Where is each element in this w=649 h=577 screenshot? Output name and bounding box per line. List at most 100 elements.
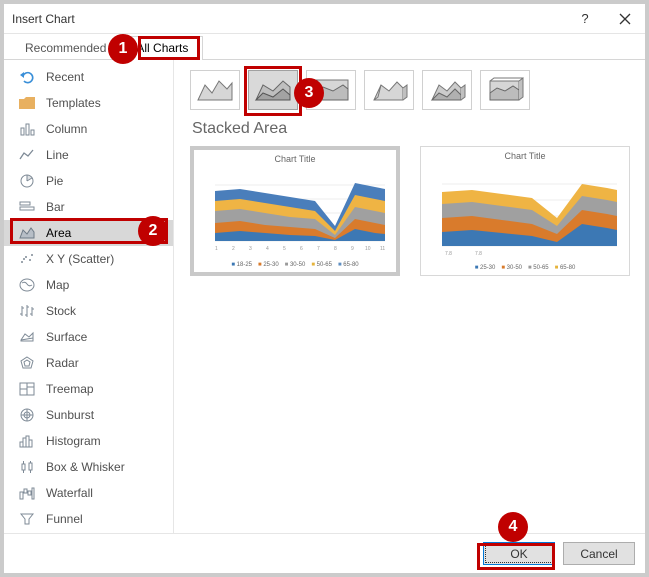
subtype-3d-100pct-stacked-area[interactable] xyxy=(480,70,530,110)
area-chart-icon xyxy=(18,225,36,241)
stacked-area-preview-chart-icon: 7.8 7.8 xyxy=(427,168,623,260)
tab-all-charts[interactable]: All Charts xyxy=(121,36,203,60)
dialog-body: Recent Templates Column Line Pie xyxy=(4,60,645,533)
sidebar-item-templates[interactable]: Templates xyxy=(4,90,173,116)
surface-chart-icon xyxy=(18,329,36,345)
sidebar-item-treemap[interactable]: Treemap xyxy=(4,376,173,402)
sidebar-item-bar[interactable]: Bar xyxy=(4,194,173,220)
waterfall-chart-icon xyxy=(18,485,36,501)
sidebar-item-waterfall[interactable]: Waterfall xyxy=(4,480,173,506)
sidebar-item-label: Waterfall xyxy=(46,486,93,500)
column-chart-icon xyxy=(18,121,36,137)
sidebar-item-label: Stock xyxy=(46,304,76,318)
subtype-3d-stacked-area[interactable] xyxy=(422,70,472,110)
close-icon xyxy=(619,13,631,25)
cancel-button[interactable]: Cancel xyxy=(563,542,635,565)
sidebar-item-label: Radar xyxy=(46,356,79,370)
sidebar-item-label: Sunburst xyxy=(46,408,94,422)
sidebar-item-box-whisker[interactable]: Box & Whisker xyxy=(4,454,173,480)
tab-strip: Recommended All Charts xyxy=(4,34,645,60)
svg-text:1: 1 xyxy=(215,246,218,252)
titlebar: Insert Chart ? xyxy=(4,4,645,34)
subtype-100pct-stacked-area[interactable] xyxy=(306,70,356,110)
sidebar-item-column[interactable]: Column xyxy=(4,116,173,142)
sidebar-item-label: Recent xyxy=(46,70,84,84)
treemap-chart-icon xyxy=(18,381,36,397)
stacked-area-preview-chart-icon: 1 2 3 4 5 6 7 8 9 10 11 xyxy=(200,171,390,257)
svg-text:6: 6 xyxy=(300,246,303,252)
svg-text:9: 9 xyxy=(351,246,354,252)
chart-subtype-pane: Stacked Area Chart Title xyxy=(174,60,645,533)
line-chart-icon xyxy=(18,147,36,163)
sidebar-item-line[interactable]: Line xyxy=(4,142,173,168)
svg-text:7.8: 7.8 xyxy=(475,251,482,257)
preview-legend: 25-30 30-50 50-65 65-80 xyxy=(475,265,576,271)
sidebar-item-map[interactable]: Map xyxy=(4,272,173,298)
sidebar-item-label: Funnel xyxy=(46,512,83,526)
preview-legend: 18-25 25-30 30-50 50-65 65-80 xyxy=(231,262,358,268)
sidebar-item-sunburst[interactable]: Sunburst xyxy=(4,402,173,428)
svg-text:10: 10 xyxy=(365,246,371,252)
chart-preview-b[interactable]: Chart Title 7.8 7.8 xyxy=(420,146,630,276)
sidebar-item-label: Histogram xyxy=(46,434,101,448)
preview-title: Chart Title xyxy=(274,154,315,164)
svg-text:7.8: 7.8 xyxy=(445,251,452,257)
sidebar-item-label: Templates xyxy=(46,96,101,110)
sidebar-item-label: Column xyxy=(46,122,87,136)
box-whisker-chart-icon xyxy=(18,459,36,475)
subtype-area[interactable] xyxy=(190,70,240,110)
svg-text:4: 4 xyxy=(266,246,269,252)
svg-text:8: 8 xyxy=(334,246,337,252)
sidebar-item-label: Pie xyxy=(46,174,63,188)
sidebar-item-xy-scatter[interactable]: X Y (Scatter) xyxy=(4,246,173,272)
chart-subtype-title: Stacked Area xyxy=(192,120,633,138)
sidebar-item-combo[interactable]: Combo xyxy=(4,532,173,533)
sidebar-item-histogram[interactable]: Histogram xyxy=(4,428,173,454)
svg-text:3: 3 xyxy=(249,246,252,252)
svg-text:2: 2 xyxy=(232,246,235,252)
sidebar-item-label: Box & Whisker xyxy=(46,460,125,474)
stock-chart-icon xyxy=(18,303,36,319)
preview-body: 1 2 3 4 5 6 7 8 9 10 11 xyxy=(198,166,392,262)
sidebar-item-label: Surface xyxy=(46,330,87,344)
sidebar-item-label: Bar xyxy=(46,200,65,214)
sidebar-item-label: Treemap xyxy=(46,382,94,396)
svg-text:11: 11 xyxy=(380,246,385,252)
window-title: Insert Chart xyxy=(12,12,75,26)
preview-body: 7.8 7.8 xyxy=(425,163,625,265)
histogram-chart-icon xyxy=(18,433,36,449)
sidebar-item-label: Map xyxy=(46,278,69,292)
sidebar-item-label: Area xyxy=(46,226,71,240)
subtype-stacked-area[interactable] xyxy=(248,70,298,110)
chart-preview-a[interactable]: Chart Title 1 2 3 xyxy=(190,146,400,276)
folder-icon xyxy=(18,95,36,111)
sidebar-item-radar[interactable]: Radar xyxy=(4,350,173,376)
sidebar-item-stock[interactable]: Stock xyxy=(4,298,173,324)
sunburst-chart-icon xyxy=(18,407,36,423)
sidebar-item-surface[interactable]: Surface xyxy=(4,324,173,350)
map-chart-icon xyxy=(18,277,36,293)
help-button[interactable]: ? xyxy=(565,4,605,33)
chart-type-sidebar: Recent Templates Column Line Pie xyxy=(4,60,174,533)
undo-arrow-icon xyxy=(18,69,36,85)
svg-text:7: 7 xyxy=(317,246,320,252)
sidebar-item-area[interactable]: Area xyxy=(4,220,173,246)
close-button[interactable] xyxy=(605,4,645,33)
sidebar-item-recent[interactable]: Recent xyxy=(4,64,173,90)
subtype-3d-area[interactable] xyxy=(364,70,414,110)
tab-recommended[interactable]: Recommended xyxy=(10,36,121,60)
preview-title: Chart Title xyxy=(504,151,545,161)
preview-row: Chart Title 1 2 3 xyxy=(190,146,633,276)
pie-chart-icon xyxy=(18,173,36,189)
ok-button[interactable]: OK xyxy=(483,542,555,565)
radar-chart-icon xyxy=(18,355,36,371)
sidebar-item-funnel[interactable]: Funnel xyxy=(4,506,173,532)
sidebar-item-label: Line xyxy=(46,148,69,162)
svg-text:5: 5 xyxy=(283,246,286,252)
subtype-row xyxy=(190,70,633,110)
sidebar-item-label: X Y (Scatter) xyxy=(46,252,114,266)
bar-chart-icon xyxy=(18,199,36,215)
funnel-chart-icon xyxy=(18,511,36,527)
sidebar-item-pie[interactable]: Pie xyxy=(4,168,173,194)
dialog-footer: OK Cancel xyxy=(4,533,645,573)
